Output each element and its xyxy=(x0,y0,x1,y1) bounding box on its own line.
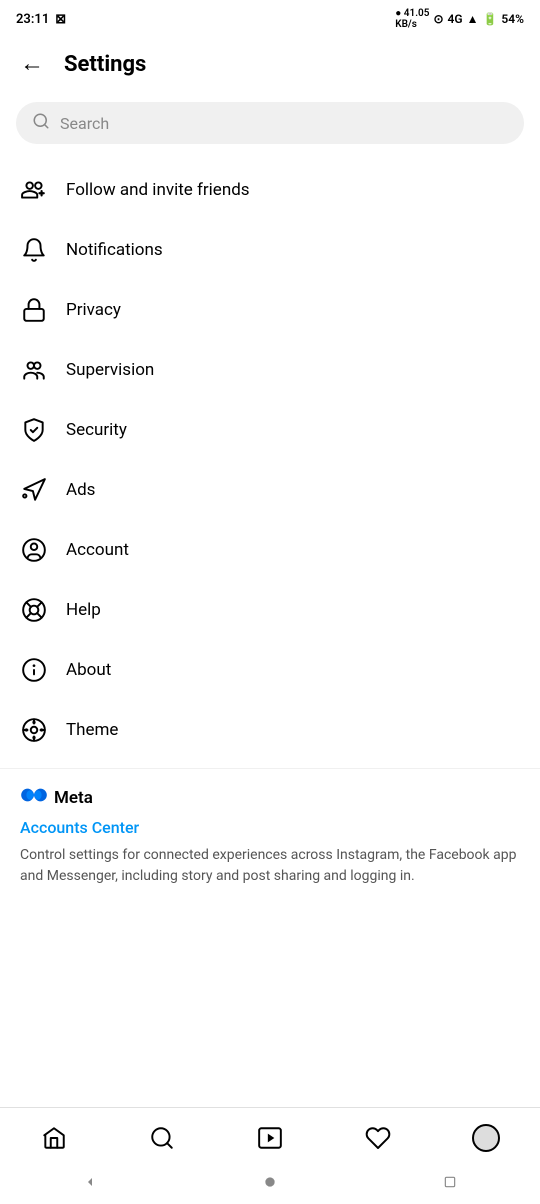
status-network: 4G xyxy=(448,12,463,26)
android-nav xyxy=(0,1164,540,1204)
nav-reels[interactable] xyxy=(246,1118,294,1158)
search-nav-icon xyxy=(149,1125,175,1151)
search-bar[interactable]: Search xyxy=(16,102,524,144)
search-icon xyxy=(32,112,50,134)
follow-icon xyxy=(20,176,48,204)
supervision-label: Supervision xyxy=(66,360,154,380)
theme-icon xyxy=(20,716,48,744)
status-signal-bars: ▲ xyxy=(467,12,479,26)
shield-icon xyxy=(20,416,48,444)
ads-label: Ads xyxy=(66,480,95,500)
menu-item-notifications[interactable]: Notifications xyxy=(0,220,540,280)
lock-icon xyxy=(20,296,48,324)
menu-item-help[interactable]: Help xyxy=(0,580,540,640)
menu-item-follow[interactable]: Follow and invite friends xyxy=(0,160,540,220)
back-button[interactable]: ← xyxy=(16,46,48,82)
notifications-label: Notifications xyxy=(66,240,163,260)
bottom-nav-items xyxy=(0,1108,540,1164)
follow-label: Follow and invite friends xyxy=(66,180,250,200)
status-bar: 23:11 ⊠ ● 41.05KB/s ⊙ 4G ▲ 🔋 54% xyxy=(0,0,540,34)
menu-item-security[interactable]: Security xyxy=(0,400,540,460)
android-home-btn[interactable] xyxy=(260,1172,280,1192)
search-container: Search xyxy=(0,90,540,156)
status-email-icon: ⊠ xyxy=(55,12,66,27)
android-recents-btn[interactable] xyxy=(440,1172,460,1192)
meta-description: Control settings for connected experienc… xyxy=(20,845,520,887)
help-icon xyxy=(20,596,48,624)
account-icon xyxy=(20,536,48,564)
supervision-icon xyxy=(20,356,48,384)
status-battery: 🔋 xyxy=(482,12,497,26)
account-label: Account xyxy=(66,540,129,560)
status-signal: ● 41.05KB/s xyxy=(395,8,429,30)
heart-icon xyxy=(365,1125,391,1151)
nav-profile[interactable] xyxy=(462,1118,510,1158)
nav-likes[interactable] xyxy=(354,1118,402,1158)
nav-search[interactable] xyxy=(138,1118,186,1158)
menu-item-about[interactable]: About xyxy=(0,640,540,700)
settings-menu: Follow and invite friends Notifications … xyxy=(0,156,540,764)
meta-logo-label: Meta xyxy=(54,788,93,808)
page-title: Settings xyxy=(64,52,146,77)
reels-icon xyxy=(257,1125,283,1151)
info-icon xyxy=(20,656,48,684)
home-icon xyxy=(41,1125,67,1151)
security-label: Security xyxy=(66,420,127,440)
settings-header: ← Settings xyxy=(0,34,540,90)
meta-logo-row: Meta xyxy=(20,785,520,810)
menu-item-privacy[interactable]: Privacy xyxy=(0,280,540,340)
meta-section: Meta Accounts Center Control settings fo… xyxy=(0,768,540,895)
accounts-center-link[interactable]: Accounts Center xyxy=(20,818,520,837)
menu-item-theme[interactable]: Theme xyxy=(0,700,540,760)
status-battery-pct: 54% xyxy=(501,12,524,26)
search-placeholder: Search xyxy=(60,114,109,133)
nav-home[interactable] xyxy=(30,1118,78,1158)
bottom-nav xyxy=(0,1107,540,1204)
help-label: Help xyxy=(66,600,101,620)
menu-item-account[interactable]: Account xyxy=(0,520,540,580)
menu-item-supervision[interactable]: Supervision xyxy=(0,340,540,400)
menu-item-ads[interactable]: Ads xyxy=(0,460,540,520)
status-time: 23:11 xyxy=(16,12,49,27)
megaphone-icon xyxy=(20,476,48,504)
privacy-label: Privacy xyxy=(66,300,121,320)
bell-icon xyxy=(20,236,48,264)
status-wifi-icon: ⊙ xyxy=(433,12,443,26)
about-label: About xyxy=(66,660,111,680)
profile-avatar xyxy=(472,1124,500,1152)
android-back-btn[interactable] xyxy=(80,1172,100,1192)
meta-logo-icon xyxy=(20,785,48,810)
theme-label: Theme xyxy=(66,720,118,740)
